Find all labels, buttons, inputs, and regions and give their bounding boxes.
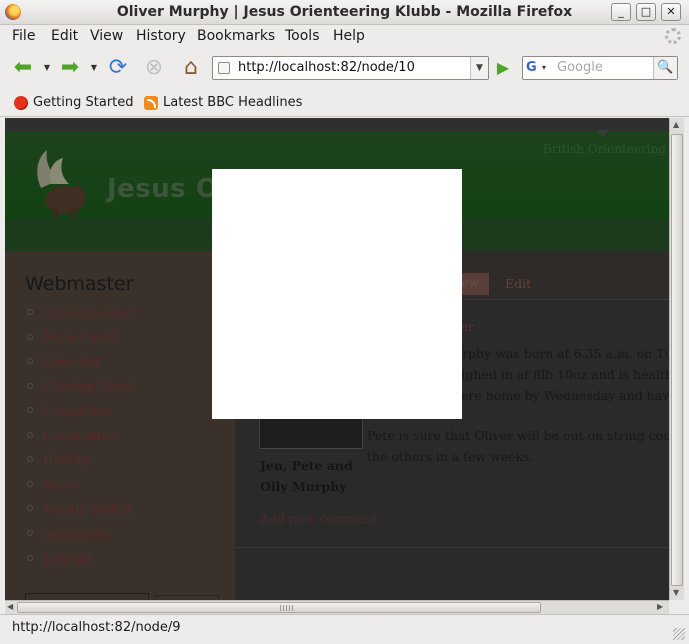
stop-icon[interactable]: ⊗ <box>140 54 168 82</box>
tab-edit[interactable]: Edit <box>505 276 531 291</box>
menu-history[interactable]: History <box>136 28 186 44</box>
forward-history-dropdown-icon[interactable]: ▼ <box>89 54 99 82</box>
sidebar-item-administer[interactable]: Administer <box>43 526 113 541</box>
body-line: the others in a few weeks. <box>367 449 534 464</box>
url-bar[interactable]: http://localhost:82/node/10 ▼ <box>212 56 489 80</box>
status-text: http://localhost:82/node/9 <box>12 620 181 635</box>
photo-caption: Jen, Pete and <box>260 458 353 473</box>
sidebar-item-my-account[interactable]: My account <box>43 329 117 344</box>
body-line: eighed in at 8lb 10oz and is health <box>454 367 669 382</box>
scrollbar-corner <box>669 600 684 614</box>
sidebar-item-create-content[interactable]: Create content <box>43 305 138 320</box>
url-history-dropdown-icon[interactable]: ▼ <box>470 57 488 79</box>
activity-throbber-icon <box>665 28 681 44</box>
bullet-icon <box>27 358 33 364</box>
bookmarks-toolbar: Getting Started Latest BBC Headlines <box>0 89 689 117</box>
vertical-scroll-thumb[interactable] <box>671 134 683 586</box>
horizontal-scrollbar[interactable]: ◀ ▶ <box>5 600 669 614</box>
search-placeholder[interactable]: Google <box>557 60 603 75</box>
scroll-up-arrow-icon[interactable]: ▲ <box>673 120 679 129</box>
sidebar-item-news[interactable]: News <box>43 477 78 492</box>
photo-caption: Olly Murphy <box>260 479 347 494</box>
menu-edit[interactable]: Edit <box>51 28 78 44</box>
british-orienteering-link[interactable]: British Orienteering <box>543 142 666 156</box>
reload-icon[interactable]: ⟳ <box>104 54 132 82</box>
scroll-right-arrow-icon[interactable]: ▶ <box>657 602 663 611</box>
bookmark-getting-started[interactable]: Getting Started <box>14 95 134 110</box>
page-favicon-icon <box>218 62 230 74</box>
vertical-scrollbar[interactable]: ▲ ▼ <box>669 118 684 600</box>
search-engine-google-icon[interactable]: G <box>526 60 552 76</box>
bullet-icon <box>27 309 33 315</box>
menu-bookmarks[interactable]: Bookmarks <box>197 28 275 44</box>
site-name-left: Jesus O <box>107 174 219 204</box>
sidebar-item-constitution[interactable]: Constitution <box>43 428 121 443</box>
body-line: vere home by Wednesday and hav <box>454 388 669 403</box>
maximize-button[interactable]: □ <box>636 3 656 21</box>
bookmark-label: Latest BBC Headlines <box>163 95 303 110</box>
sidebar-title: Webmaster <box>25 273 134 295</box>
home-icon[interactable]: ⌂ <box>177 54 205 82</box>
window-title: Oliver Murphy | Jesus Orienteering Klubb… <box>116 4 573 20</box>
sidebar-item-history[interactable]: History <box>43 452 90 467</box>
bullet-icon <box>27 334 33 340</box>
bullet-icon <box>27 505 33 511</box>
window-right-edge <box>684 118 689 614</box>
bullet-icon <box>27 530 33 536</box>
scroll-down-arrow-icon[interactable]: ▼ <box>673 588 679 597</box>
back-history-dropdown-icon[interactable]: ▼ <box>42 54 52 82</box>
url-text[interactable]: http://localhost:82/node/10 <box>238 60 415 75</box>
scroll-grip-icon <box>280 605 294 611</box>
sidebar-item-calendar[interactable]: Calendar <box>43 354 101 369</box>
minimize-button[interactable]: _ <box>611 3 631 21</box>
search-magnifier-icon[interactable]: 🔍 <box>653 57 677 79</box>
menu-file[interactable]: File <box>12 28 35 44</box>
bullet-icon <box>27 432 33 438</box>
sidebar-item-committee[interactable]: Committee <box>43 403 113 418</box>
forward-arrow-icon[interactable]: ➡ <box>55 54 85 82</box>
bookmark-label: Getting Started <box>33 95 134 110</box>
sidebar-item-chasing-sprint[interactable]: Chasing Sprint <box>43 378 138 393</box>
menu-help[interactable]: Help <box>333 28 365 44</box>
navigation-toolbar: ⬅ ▼ ➡ ▼ ⟳ ⊗ ⌂ http://localhost:82/node/1… <box>0 49 689 89</box>
sidebar-item-varsity-match[interactable]: Varsity Match <box>43 501 131 516</box>
bullet-icon <box>27 456 33 462</box>
header-top-band <box>5 118 669 131</box>
menu-tools[interactable]: Tools <box>285 28 320 44</box>
scroll-left-arrow-icon[interactable]: ◀ <box>7 602 13 611</box>
lightbox-image-modal[interactable] <box>212 169 462 419</box>
getting-started-icon <box>14 95 28 110</box>
sidebar-item-log-out[interactable]: Log out <box>43 551 91 566</box>
bullet-icon <box>27 383 33 389</box>
site-name[interactable]: Jesus O b <box>107 174 462 204</box>
menu-bar: File Edit View History Bookmarks Tools H… <box>0 25 689 49</box>
add-new-comment-link[interactable]: Add new comment <box>260 511 378 526</box>
resize-grip-icon[interactable] <box>673 628 685 640</box>
flying-pig-logo-icon[interactable] <box>33 150 88 222</box>
bullet-icon <box>27 407 33 413</box>
status-bar: http://localhost:82/node/9 <box>0 614 689 644</box>
window-titlebar: Oliver Murphy | Jesus Orienteering Klubb… <box>0 0 689 25</box>
back-arrow-icon[interactable]: ⬅ <box>8 54 38 82</box>
rss-feed-icon <box>144 95 158 110</box>
content-divider <box>235 547 669 548</box>
body-line: Pete is sure that Oliver will be out on … <box>367 428 669 443</box>
go-arrow-icon[interactable]: ▶ <box>492 57 514 79</box>
menu-view[interactable]: View <box>90 28 123 44</box>
horizontal-scroll-thumb[interactable] <box>17 602 541 613</box>
page-viewport: British Orienteering Jesus O b Webmaster… <box>5 118 669 600</box>
bullet-icon <box>27 555 33 561</box>
search-box[interactable]: G Google 🔍 <box>522 56 678 80</box>
sidebar-search-input[interactable] <box>25 593 149 600</box>
close-button[interactable]: ✕ <box>661 3 681 21</box>
bullet-icon <box>27 481 33 487</box>
body-line: urphy was born at 6.35 a.m. on Tu <box>454 346 669 361</box>
bookmark-bbc-headlines[interactable]: Latest BBC Headlines <box>144 95 302 110</box>
sidebar: Webmaster Create content My account Cale… <box>5 251 235 600</box>
header-tab-arrow-icon <box>597 130 609 137</box>
